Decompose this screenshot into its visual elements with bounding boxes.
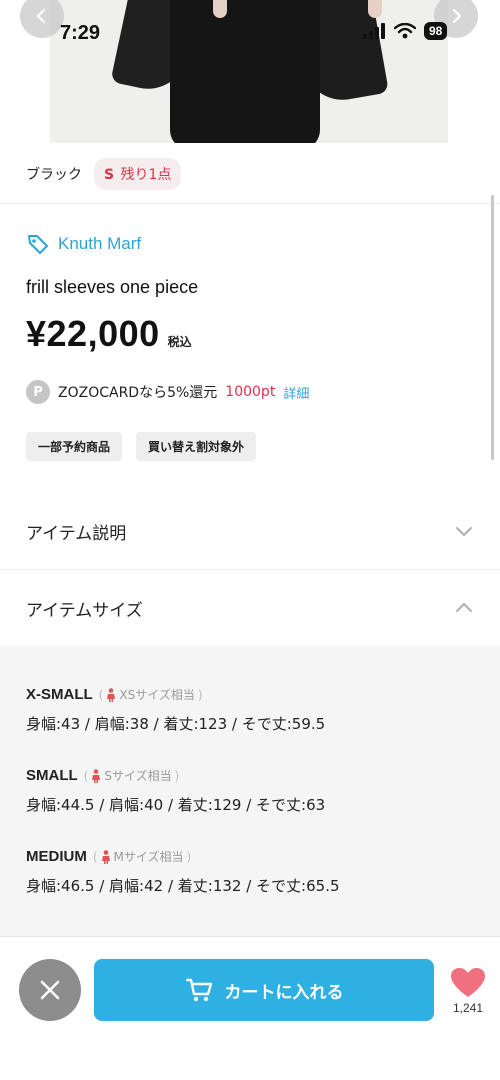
variant-row: ブラック S 残り1点 <box>26 158 182 190</box>
size-dimensions: 身幅:44.5 / 肩幅:40 / 着丈:129 / そで丈:63 <box>26 796 326 814</box>
tags-row: 一部予約商品 買い替え割対象外 <box>26 432 257 461</box>
brand-name: Knuth Marf <box>58 234 142 253</box>
add-to-cart-label: カートに入れる <box>224 982 344 1003</box>
points-value: 1000pt <box>225 384 276 400</box>
chevron-up-icon <box>456 603 472 612</box>
heart-icon <box>451 968 485 997</box>
size-equivalent-text: Mサイズ相当 <box>113 850 184 864</box>
model-hand-right <box>368 0 382 18</box>
size-equivalent: ( Sサイズ相当) <box>83 768 180 784</box>
size-equivalent: ( Mサイズ相当) <box>92 849 192 865</box>
favorite-button[interactable]: 1,241 <box>448 967 488 1015</box>
item-size-toggle[interactable]: アイテムサイズ <box>0 570 500 646</box>
close-icon <box>40 980 60 1000</box>
favorite-count: 1,241 <box>452 1001 484 1015</box>
stock-size: S <box>104 167 115 183</box>
tag-preorder: 一部予約商品 <box>26 432 123 461</box>
status-icons: 98 <box>362 22 448 40</box>
size-item: SMALL ( Sサイズ相当) 身幅:44.5 / 肩幅:40 / 着丈:129… <box>26 767 325 815</box>
model-hand-left <box>213 0 227 18</box>
size-item: MEDIUM ( Mサイズ相当) 身幅:46.5 / 肩幅:42 / 着丈:13… <box>26 848 340 896</box>
status-time: 7:29 <box>60 22 101 44</box>
size-name: MEDIUM <box>26 848 87 865</box>
variant-color: ブラック <box>26 167 82 183</box>
size-panel: X-SMALL ( XSサイズ相当) 身幅:43 / 肩幅:38 / 着丈:12… <box>0 646 500 936</box>
size-name: X-SMALL <box>26 686 93 703</box>
size-name: SMALL <box>26 767 78 784</box>
item-size-title: アイテムサイズ <box>26 600 143 621</box>
size-equivalent-text: XSサイズ相当 <box>119 688 195 702</box>
item-description-toggle[interactable]: アイテム説明 <box>0 493 500 569</box>
item-description-title: アイテム説明 <box>26 523 127 544</box>
battery-indicator: 98 <box>424 22 448 40</box>
chevron-left-icon <box>36 8 46 24</box>
person-icon <box>101 849 110 864</box>
bottom-action-bar: カートに入れる 1,241 <box>0 936 500 1080</box>
close-button[interactable] <box>19 959 81 1021</box>
chevron-right-icon <box>452 8 462 24</box>
price-row: ¥22,000 税込 <box>26 313 192 355</box>
size-dimensions: 身幅:46.5 / 肩幅:42 / 着丈:132 / そで丈:65.5 <box>26 877 340 895</box>
add-to-cart-button[interactable]: カートに入れる <box>94 959 434 1021</box>
stock-badge[interactable]: S 残り1点 <box>94 158 182 190</box>
scrollbar[interactable] <box>491 195 494 460</box>
stock-text: 残り1点 <box>120 167 172 183</box>
signal-icon <box>363 23 385 39</box>
chevron-down-icon <box>456 527 472 536</box>
size-dimensions: 身幅:43 / 肩幅:38 / 着丈:123 / そで丈:59.5 <box>26 715 326 733</box>
points-detail-link[interactable]: 詳細 <box>283 383 309 402</box>
size-equivalent: ( XSサイズ相当) <box>98 687 203 703</box>
tag-trade-in-excluded: 買い替え割対象外 <box>136 432 257 461</box>
person-icon <box>107 687 116 702</box>
tax-label: 税込 <box>167 335 192 349</box>
cart-icon <box>185 978 212 1002</box>
dress-body <box>170 0 320 143</box>
price: ¥22,000 <box>26 313 160 354</box>
size-item: X-SMALL ( XSサイズ相当) 身幅:43 / 肩幅:38 / 着丈:12… <box>26 686 325 734</box>
points-text: ZOZOCARDなら5%還元 <box>58 385 218 401</box>
divider <box>0 203 500 204</box>
points-icon: P <box>26 380 50 404</box>
brand-link[interactable]: Knuth Marf <box>26 232 141 256</box>
person-icon <box>92 768 101 783</box>
tag-icon <box>28 235 48 254</box>
product-title: frill sleeves one piece <box>26 277 199 297</box>
wifi-icon <box>394 23 416 39</box>
points-row: P ZOZOCARDなら5%還元 1000pt 詳細 <box>26 380 309 404</box>
size-equivalent-text: Sサイズ相当 <box>104 769 172 783</box>
